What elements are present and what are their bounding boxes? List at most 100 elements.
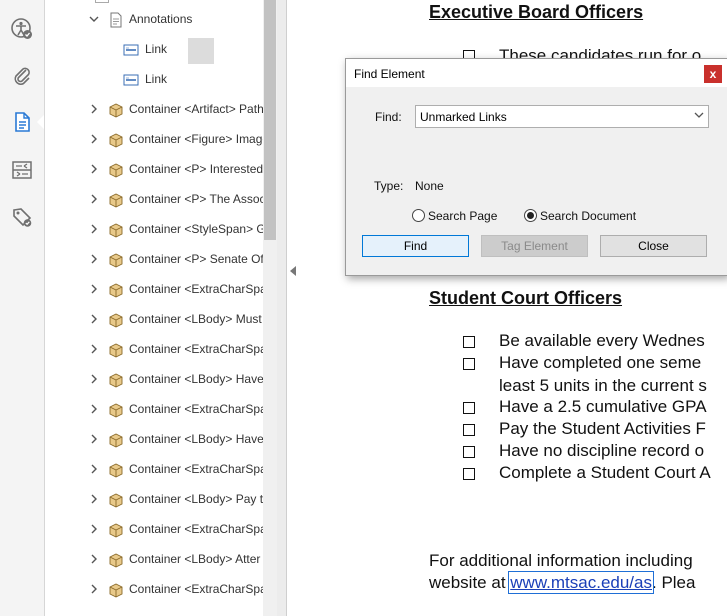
tree-node-label: Container <ExtraCharSpa	[129, 402, 263, 416]
doc-bullet: Have completed one seme	[499, 353, 702, 372]
tag-element-button[interactable]: Tag Element	[481, 235, 588, 257]
find-type-select[interactable]: Unmarked Links	[415, 105, 709, 128]
find-type-value: Unmarked Links	[420, 110, 507, 124]
chevron-right-icon[interactable]	[89, 464, 99, 474]
tree-node-label: Container <P> Interested	[129, 162, 263, 176]
bullet-box	[463, 336, 475, 348]
chevron-right-icon[interactable]	[89, 584, 99, 594]
tree-node-container[interactable]: Container <P> The Assoc	[45, 185, 263, 215]
container-icon	[109, 373, 123, 388]
container-icon	[109, 133, 123, 148]
tree-node-annotations[interactable]: Annotations	[45, 5, 263, 35]
search-page-radio[interactable]	[412, 209, 425, 222]
tree-node-container[interactable]: Container <ExtraCharSpa	[45, 515, 263, 545]
find-button[interactable]: Find	[362, 235, 469, 257]
chevron-right-icon[interactable]	[89, 284, 99, 294]
tree-node-container[interactable]: Container <Artifact> Path	[45, 95, 263, 125]
chevron-right-icon[interactable]	[89, 134, 99, 144]
container-icon	[109, 553, 123, 568]
search-document-radio[interactable]	[524, 209, 537, 222]
footer-text: website at	[429, 573, 511, 592]
container-icon	[109, 583, 123, 598]
chevron-right-icon[interactable]	[89, 374, 99, 384]
close-button[interactable]: Close	[600, 235, 707, 257]
tree-node-label: Container <P> The Assoc	[129, 192, 263, 206]
tree-node-container[interactable]: Container <LBody> Pay t	[45, 485, 263, 515]
chevron-right-icon[interactable]	[89, 344, 99, 354]
content-tree: Annotations Link Link Container <Artifact> …	[45, 0, 263, 616]
tree-node-label: Link	[145, 42, 168, 56]
bullet-box	[463, 402, 475, 414]
tree-node-container[interactable]: Container <LBody> Have	[45, 365, 263, 395]
tree-node-container[interactable]: Container <P> Senate Of	[45, 245, 263, 275]
tree-node-container[interactable]: Container <P> Interested	[45, 155, 263, 185]
chevron-right-icon[interactable]	[89, 434, 99, 444]
bullet-box	[463, 468, 475, 480]
tag-icon[interactable]	[8, 203, 36, 231]
content-icon[interactable]	[8, 108, 36, 136]
container-icon	[109, 403, 123, 418]
doc-heading-court: Student Court Officers	[429, 288, 623, 308]
tree-node-container[interactable]: Container <LBody> Have	[45, 425, 263, 455]
tree-node-label: Container <ExtraCharSpa	[129, 282, 263, 296]
type-label: Type:	[374, 179, 404, 193]
tree-node-container[interactable]: Container <ExtraCharSpa	[45, 395, 263, 425]
chevron-right-icon[interactable]	[89, 524, 99, 534]
tags-compare-icon[interactable]	[8, 156, 36, 184]
search-page-label[interactable]: Search Page	[428, 209, 497, 223]
tree-node-label: Container <LBody> Atter	[129, 552, 261, 566]
chevron-right-icon[interactable]	[89, 314, 99, 324]
accessibility-icon[interactable]	[8, 15, 36, 43]
collapse-pane-icon[interactable]	[290, 266, 296, 276]
tree-node-container[interactable]: Container <ExtraCharSpa	[45, 335, 263, 365]
find-label: Find:	[375, 110, 402, 124]
chevron-right-icon[interactable]	[89, 104, 99, 114]
doc-bullet: Pay the Student Activities F	[499, 419, 706, 438]
chevron-right-icon[interactable]	[89, 404, 99, 414]
doc-bullet: Have no discipline record o	[499, 441, 705, 460]
link-icon	[123, 74, 139, 86]
chevron-right-icon[interactable]	[89, 224, 99, 234]
chevron-right-icon[interactable]	[89, 494, 99, 504]
attachment-icon[interactable]	[8, 61, 36, 89]
tree-node-label: Container <LBody> Have	[129, 372, 263, 386]
tree-node-container[interactable]: Container <LBody> Atter	[45, 545, 263, 575]
bullet-box	[463, 358, 475, 370]
tree-node-label: Container <P> Senate Of	[129, 252, 263, 266]
find-element-dialog: Find Element x Find: Unmarked Links Type…	[345, 58, 727, 276]
active-tool-indicator	[37, 115, 44, 129]
tree-node-label: Container <LBody> Must	[129, 312, 262, 326]
tree-node-container[interactable]: Container <Figure> Image	[45, 125, 263, 155]
chevron-down-icon[interactable]	[89, 14, 99, 24]
dialog-titlebar[interactable]: Find Element x	[346, 59, 727, 87]
tree-node-label: Annotations	[129, 12, 193, 26]
doc-heading-executive: Executive Board Officers	[429, 2, 644, 22]
link-icon	[123, 44, 139, 56]
tree-node-container[interactable]: Container <ExtraCharSpa	[45, 455, 263, 485]
chevron-right-icon[interactable]	[89, 554, 99, 564]
tree-scrollbar-thumb[interactable]	[264, 0, 276, 240]
tree-node-container[interactable]: Container <StyleSpan> G	[45, 215, 263, 245]
chevron-right-icon[interactable]	[89, 254, 99, 264]
tree-node-link[interactable]: Link	[45, 35, 263, 65]
tree-node-label: Link	[145, 72, 168, 86]
chevron-right-icon[interactable]	[89, 164, 99, 174]
tree-node-label: Container <LBody> Have	[129, 432, 263, 446]
tree-node-link[interactable]: Link	[45, 65, 263, 95]
tools-rail	[0, 0, 45, 616]
tree-node-container[interactable]: Container <ExtraCharSpa	[45, 275, 263, 305]
close-icon[interactable]: x	[704, 65, 722, 83]
website-link[interactable]: www.mtsac.edu/as	[508, 571, 654, 594]
tree-node-label: Container <LBody> Pay t	[129, 492, 263, 506]
container-icon	[109, 193, 123, 208]
chevron-right-icon[interactable]	[89, 194, 99, 204]
tree-node-container[interactable]: Container <ExtraCharSpa	[45, 575, 263, 605]
page-icon	[110, 12, 122, 28]
container-icon	[109, 493, 123, 508]
tree-node-container[interactable]: Container <LBody> Must	[45, 305, 263, 335]
doc-bullet: Complete a Student Court A	[499, 463, 711, 482]
search-document-label[interactable]: Search Document	[540, 209, 636, 223]
pane-splitter[interactable]	[277, 0, 287, 616]
type-value: None	[415, 179, 444, 193]
doc-footer-line1: For additional information including	[429, 551, 693, 570]
